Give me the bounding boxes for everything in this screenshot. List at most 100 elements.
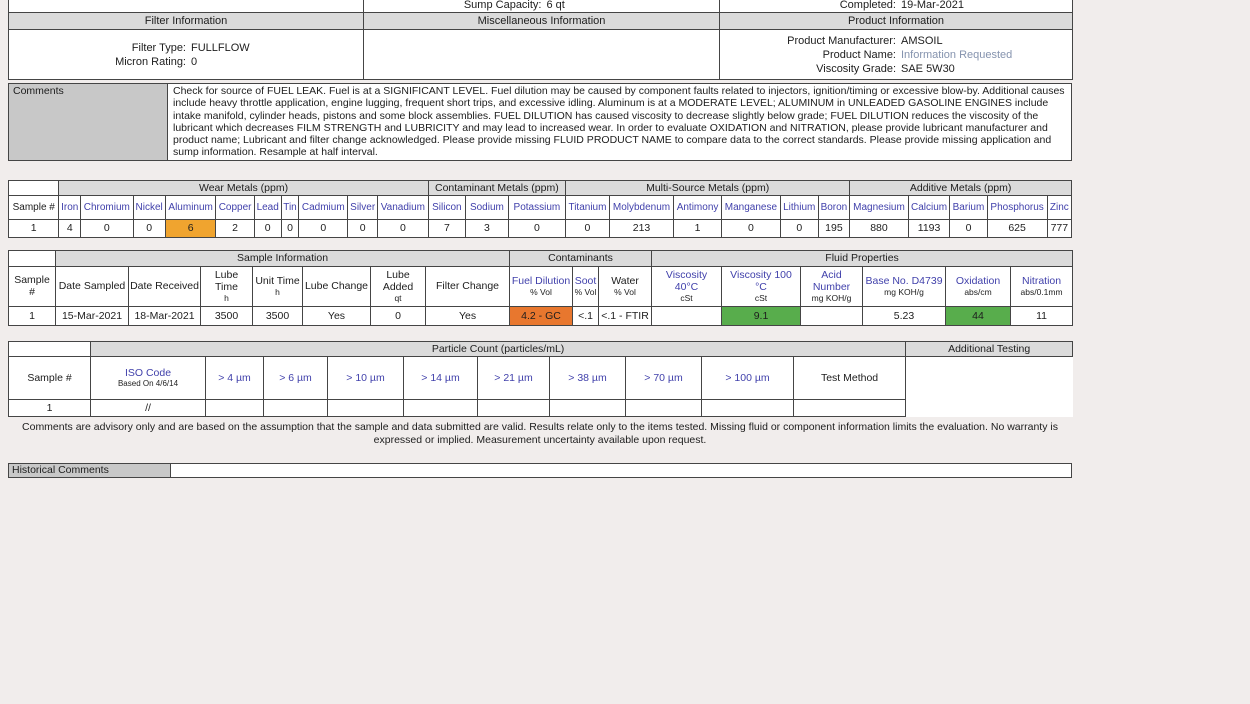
- product-name-label: Product Name:: [722, 48, 896, 62]
- value-chromium: 0: [81, 219, 133, 237]
- value-titanium: 0: [566, 219, 610, 237]
- table-row: Filter Type:FULLFLOW Micron Rating:0 Pro…: [9, 30, 1073, 80]
- col-vanadium: Vanadium: [378, 195, 429, 219]
- col-gt4um: > 4 µm: [206, 356, 264, 399]
- value-fuel-dilution: 4.2 - GC: [510, 306, 573, 325]
- sample-number-value: 1: [9, 306, 56, 325]
- empty-cell: [9, 0, 364, 13]
- value-iron: 4: [59, 219, 81, 237]
- completed-value: 19-Mar-2021: [896, 0, 1072, 12]
- value-lube-added: 0: [371, 306, 426, 325]
- value-acid-number: [801, 306, 863, 325]
- col-lube-change: Lube Change: [303, 266, 371, 306]
- comments-text: Check for source of FUEL LEAK. Fuel is a…: [168, 83, 1072, 161]
- viscosity-grade-value: SAE 5W30: [896, 62, 1070, 76]
- micron-rating-label: Micron Rating:: [11, 55, 186, 69]
- product-name-value: Information Requested: [896, 48, 1070, 62]
- col-calcium: Calcium: [908, 195, 950, 219]
- value-base-number: 5.23: [863, 306, 946, 325]
- section-product-information: Product Information: [720, 13, 1073, 30]
- col-fuel-dilution: Fuel Dilution% Vol: [510, 266, 573, 306]
- value-lube-change: Yes: [303, 306, 371, 325]
- table-row: Sample # ISO CodeBased On 4/6/14 > 4 µm …: [9, 356, 1073, 399]
- col-barium: Barium: [950, 195, 987, 219]
- col-gt38um: > 38 µm: [550, 356, 626, 399]
- col-lead: Lead: [254, 195, 281, 219]
- historical-comments-label: Historical Comments: [9, 464, 171, 477]
- misc-info-cell: [364, 30, 720, 80]
- product-manufacturer-label: Product Manufacturer:: [722, 34, 896, 48]
- value-copper: 2: [216, 219, 254, 237]
- group-wear-metals: Wear Metals (ppm): [59, 180, 428, 195]
- col-date-sampled: Date Sampled: [56, 266, 129, 306]
- col-soot: Soot% Vol: [573, 266, 599, 306]
- value-nitration: 11: [1011, 306, 1073, 325]
- col-viscosity-40: Viscosity 40°CcSt: [652, 266, 722, 306]
- viscosity-grade-label: Viscosity Grade:: [722, 62, 896, 76]
- sample-number-value: 1: [9, 399, 91, 416]
- col-cadmium: Cadmium: [299, 195, 348, 219]
- sample-number-header: Sample #: [9, 266, 56, 306]
- table-row: Particle Count (particles/mL) Additional…: [9, 341, 1073, 356]
- section-miscellaneous-information: Miscellaneous Information: [364, 13, 720, 30]
- value-nickel: 0: [133, 219, 165, 237]
- comments-label: Comments: [8, 83, 168, 161]
- col-gt14um: > 14 µm: [404, 356, 478, 399]
- col-unit-time: Unit Timeh: [253, 266, 303, 306]
- value-lithium: 0: [780, 219, 818, 237]
- col-nitration: Nitrationabs/0.1mm: [1011, 266, 1073, 306]
- value-cadmium: 0: [299, 219, 348, 237]
- product-info-cell: Product Manufacturer:AMSOIL Product Name…: [720, 30, 1073, 80]
- value-gt70um: [626, 399, 702, 416]
- value-oxidation: 44: [946, 306, 1011, 325]
- col-silicon: Silicon: [428, 195, 465, 219]
- group-multi-source-metals: Multi-Source Metals (ppm): [566, 180, 850, 195]
- col-base-number: Base No. D4739mg KOH/g: [863, 266, 946, 306]
- value-antimony: 1: [674, 219, 722, 237]
- sample-number-header: Sample #: [9, 356, 91, 399]
- value-aluminum: 6: [165, 219, 216, 237]
- col-iron: Iron: [59, 195, 81, 219]
- micron-rating-value: 0: [186, 55, 361, 69]
- col-tin: Tin: [281, 195, 299, 219]
- comments-section: Comments Check for source of FUEL LEAK. …: [8, 83, 1072, 161]
- table-row: 1 15-Mar-2021 18-Mar-2021 3500 3500 Yes …: [9, 306, 1073, 325]
- oil-analysis-report-page: Sump Capacity:6 qt Completed:19-Mar-2021…: [0, 0, 1250, 704]
- group-contaminant-metals: Contaminant Metals (ppm): [428, 180, 565, 195]
- col-titanium: Titanium: [566, 195, 610, 219]
- value-iso-code: //: [91, 399, 206, 416]
- report-document: Sump Capacity:6 qt Completed:19-Mar-2021…: [8, 0, 1072, 478]
- table-row: Filter Information Miscellaneous Informa…: [9, 13, 1073, 30]
- col-gt21um: > 21 µm: [478, 356, 550, 399]
- group-contaminants: Contaminants: [510, 250, 652, 266]
- table-row: 1 4 0 0 6 2 0 0 0 0 0 7 3 0 0 213 1 0 0 …: [9, 219, 1072, 237]
- table-row: Sample # Iron Chromium Nickel Aluminum C…: [9, 195, 1072, 219]
- col-filter-change: Filter Change: [426, 266, 510, 306]
- value-boron: 195: [818, 219, 850, 237]
- metals-table: Wear Metals (ppm) Contaminant Metals (pp…: [8, 180, 1072, 238]
- empty-cell: [9, 250, 56, 266]
- group-particle-count: Particle Count (particles/mL): [91, 341, 906, 356]
- value-phosphorus: 625: [987, 219, 1047, 237]
- col-water: Water% Vol: [599, 266, 652, 306]
- col-lithium: Lithium: [780, 195, 818, 219]
- col-magnesium: Magnesium: [850, 195, 908, 219]
- table-row: Sample # Date Sampled Date Received Lube…: [9, 266, 1073, 306]
- col-antimony: Antimony: [674, 195, 722, 219]
- sample-number-value: 1: [9, 219, 59, 237]
- table-row: Sump Capacity:6 qt Completed:19-Mar-2021: [9, 0, 1073, 13]
- value-silicon: 7: [428, 219, 465, 237]
- value-lube-time: 3500: [201, 306, 253, 325]
- value-magnesium: 880: [850, 219, 908, 237]
- col-nickel: Nickel: [133, 195, 165, 219]
- value-calcium: 1193: [908, 219, 950, 237]
- historical-comments-value: [171, 464, 1071, 477]
- section-filter-information: Filter Information: [9, 13, 364, 30]
- filter-info-cell: Filter Type:FULLFLOW Micron Rating:0: [9, 30, 364, 80]
- empty-cell: [9, 180, 59, 195]
- sample-info-table: Sample Information Contaminants Fluid Pr…: [8, 250, 1073, 326]
- group-fluid-properties: Fluid Properties: [652, 250, 1073, 266]
- value-gt21um: [478, 399, 550, 416]
- value-manganese: 0: [721, 219, 780, 237]
- value-molybdenum: 213: [609, 219, 673, 237]
